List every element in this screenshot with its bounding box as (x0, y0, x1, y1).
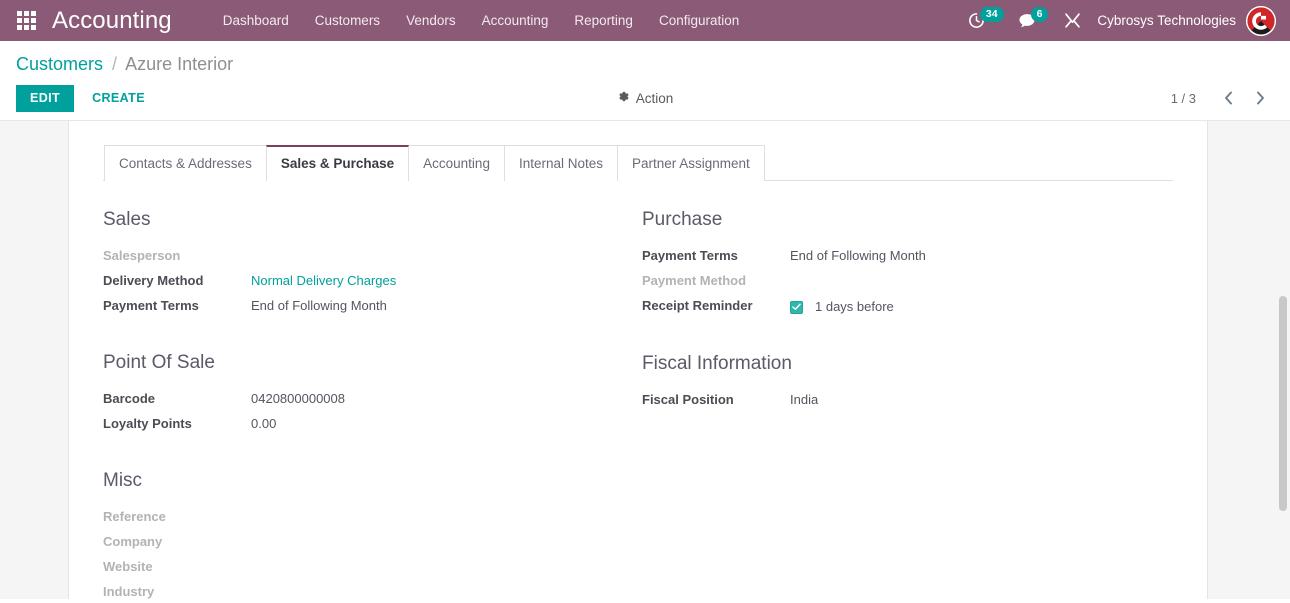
field-value-receipt-reminder[interactable]: 1 days before (815, 294, 894, 319)
apps-menu-toggle[interactable] (0, 0, 52, 41)
group-purchase: Purchase Payment Terms End of Following … (642, 207, 1147, 319)
field-row-salesperson: Salesperson (103, 243, 612, 268)
checkmark-icon (792, 303, 801, 310)
group-title-purchase: Purchase (642, 209, 723, 230)
pager-value: 1 / 3 (1170, 90, 1196, 106)
tab-contacts-addresses[interactable]: Contacts & Addresses (104, 145, 267, 181)
field-label-payment-method: Payment Method (642, 273, 747, 288)
menu-item-reporting[interactable]: Reporting (561, 0, 646, 41)
field-row-barcode: Barcode 0420800000008 (103, 386, 612, 411)
form-column-left: Sales Salesperson Delivery Method Normal… (103, 207, 638, 599)
wrench-screwdriver-icon (1064, 12, 1081, 29)
pager: 1 / 3 (1171, 84, 1274, 112)
breadcrumb-item-customers[interactable]: Customers (16, 54, 103, 74)
field-value-receipt-reminder-wrap: 1 days before (790, 294, 894, 319)
field-row-loyalty-points: Loyalty Points 0.00 (103, 411, 612, 436)
breadcrumb: Customers / Azure Interior (16, 41, 1274, 76)
form-sheet: Contacts & Addresses Sales & Purchase Ac… (68, 121, 1208, 599)
pager-next-button[interactable] (1246, 84, 1274, 112)
main-menu: Dashboard Customers Vendors Accounting R… (210, 0, 753, 41)
group-title-fiscal-information: Fiscal Information (642, 352, 792, 374)
field-row-industry: Industry (103, 579, 612, 599)
form-view-area: Contacts & Addresses Sales & Purchase Ac… (0, 121, 1290, 599)
breadcrumb-separator: / (112, 54, 118, 74)
field-label-reference: Reference (103, 509, 166, 524)
field-value-fiscal-position[interactable]: India (790, 387, 818, 412)
action-menu-label: Action (635, 90, 674, 106)
avatar[interactable] (1246, 5, 1276, 36)
debug-tools-menu[interactable] (1054, 0, 1095, 41)
menu-item-configuration[interactable]: Configuration (646, 0, 752, 41)
field-label-industry: Industry (103, 584, 155, 599)
action-menu[interactable]: Action (617, 90, 674, 106)
messages-menu[interactable]: 6 (1010, 0, 1055, 41)
breadcrumb-item-current: Azure Interior (125, 54, 234, 74)
menu-item-accounting[interactable]: Accounting (469, 0, 562, 41)
activities-menu[interactable]: 34 (960, 0, 1010, 41)
tab-sales-purchase[interactable]: Sales & Purchase (265, 145, 410, 181)
field-value-delivery-method[interactable]: Normal Delivery Charges (251, 268, 396, 293)
field-row-company: Company (103, 529, 612, 554)
tab-accounting[interactable]: Accounting (408, 145, 505, 181)
messages-count-badge: 6 (1030, 7, 1049, 22)
field-label-website: Website (103, 559, 153, 574)
field-row-reference: Reference (103, 504, 612, 529)
field-row-website: Website (103, 554, 612, 579)
gear-icon (617, 90, 630, 106)
vertical-scrollbar-thumb[interactable] (1279, 296, 1287, 511)
field-label-company: Company (103, 534, 163, 549)
field-label-loyalty-points: Loyalty Points (103, 416, 192, 431)
group-sales: Sales Salesperson Delivery Method Normal… (103, 207, 612, 318)
menu-item-customers[interactable]: Customers (302, 0, 393, 41)
field-label-purchase-payment-terms: Payment Terms (642, 248, 738, 263)
form-column-right: Purchase Payment Terms End of Following … (638, 207, 1173, 599)
edit-button[interactable]: EDIT (16, 84, 75, 112)
field-label-barcode: Barcode (103, 391, 156, 406)
field-label-sales-payment-terms: Payment Terms (103, 298, 199, 313)
field-label-delivery-method: Delivery Method (103, 273, 204, 288)
activities-count-badge: 34 (979, 7, 1004, 22)
group-point-of-sale: Point Of Sale Barcode 0420800000008 Loya… (103, 350, 612, 436)
field-row-receipt-reminder: Receipt Reminder 1 days before (642, 293, 1147, 319)
user-menu[interactable]: Cybrosys Technologies (1095, 13, 1246, 28)
field-value-barcode[interactable]: 0420800000008 (251, 386, 345, 411)
field-row-delivery-method: Delivery Method Normal Delivery Charges (103, 268, 612, 293)
group-title-point-of-sale: Point Of Sale (103, 352, 215, 373)
field-row-purchase-payment-terms: Payment Terms End of Following Month (642, 243, 1147, 268)
menu-item-vendors[interactable]: Vendors (393, 0, 469, 41)
field-value-purchase-payment-terms[interactable]: End of Following Month (790, 243, 926, 268)
field-row-fiscal-position: Fiscal Position India (642, 387, 1147, 412)
top-navbar: Accounting Dashboard Customers Vendors A… (0, 0, 1290, 41)
field-value-sales-payment-terms[interactable]: End of Following Month (251, 293, 387, 318)
control-panel-buttons-row: EDIT CREATE Action 1 / 3 (16, 76, 1274, 120)
group-misc: Misc Reference Company Website Industry (103, 468, 612, 599)
field-row-sales-payment-terms: Payment Terms End of Following Month (103, 293, 612, 318)
receipt-reminder-checkbox[interactable] (790, 300, 803, 314)
form-columns: Sales Salesperson Delivery Method Normal… (103, 181, 1173, 599)
create-button[interactable]: CREATE (80, 85, 157, 112)
tab-internal-notes[interactable]: Internal Notes (503, 145, 618, 181)
apps-grid-icon (16, 11, 36, 30)
menu-item-dashboard[interactable]: Dashboard (210, 0, 302, 41)
field-label-salesperson: Salesperson (103, 248, 181, 263)
vertical-scrollbar[interactable] (1279, 121, 1288, 599)
app-brand-title[interactable]: Accounting (52, 7, 172, 35)
group-title-misc: Misc (103, 470, 143, 491)
group-fiscal-information: Fiscal Information Fiscal Position India (642, 351, 1147, 412)
control-panel: Customers / Azure Interior EDIT CREATE A… (0, 41, 1290, 121)
field-row-payment-method: Payment Method (642, 268, 1147, 293)
notebook-tabs: Contacts & Addresses Sales & Purchase Ac… (103, 145, 1173, 181)
field-label-fiscal-position: Fiscal Position (642, 391, 734, 407)
navbar-right-tools: 34 6 Cybrosys Technologies (960, 0, 1290, 41)
field-label-receipt-reminder: Receipt Reminder (642, 298, 753, 313)
field-value-loyalty-points[interactable]: 0.00 (251, 411, 276, 436)
pager-previous-button[interactable] (1214, 84, 1242, 112)
tab-partner-assignment[interactable]: Partner Assignment (617, 145, 765, 181)
group-title-sales: Sales (103, 209, 151, 230)
